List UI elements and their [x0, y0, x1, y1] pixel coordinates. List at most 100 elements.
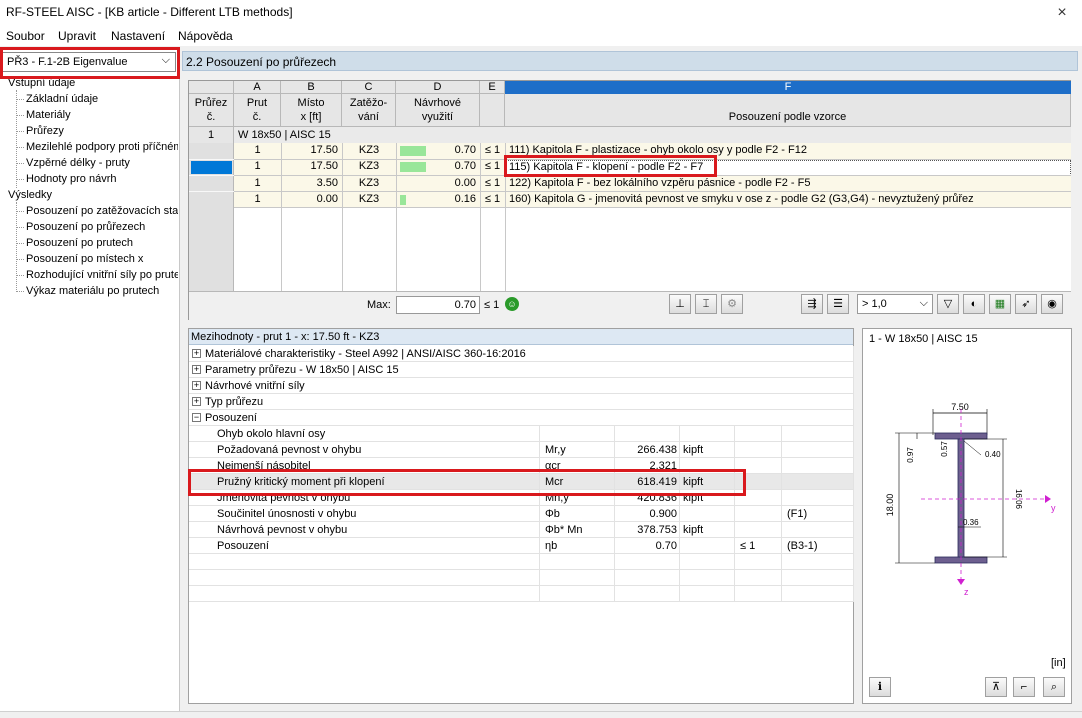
- highlight-ltb-row: [504, 155, 717, 177]
- cell-prut[interactable]: 1: [234, 193, 281, 205]
- header-e: [480, 94, 505, 127]
- details-group-forces[interactable]: + Návrhové vnitřní síly: [189, 378, 853, 394]
- expand-icon[interactable]: +: [192, 381, 201, 390]
- header-prut: Prut č.: [234, 94, 281, 127]
- details-title-text: Mezihodnoty - prut 1 - x: 17.50 ft - KZ3: [191, 331, 380, 343]
- axes-icon[interactable]: ⌐: [1013, 677, 1035, 697]
- panel-header: 2.2 Posouzení po průřezech: [182, 51, 1078, 71]
- tree-line: [16, 243, 24, 244]
- filter-icon[interactable]: ▽: [937, 294, 959, 314]
- tree-line: [16, 131, 24, 132]
- dim-depth: 18.00: [885, 494, 895, 517]
- detail-ref: (B3-1): [787, 540, 818, 552]
- detail-row[interactable]: Návrhová pevnost v ohybu Φb* Mn 378.753 …: [189, 522, 853, 538]
- header-navrh: Návrhové využití: [396, 94, 480, 127]
- cell-ratio[interactable]: 0.70: [396, 160, 476, 172]
- section-icon[interactable]: ⌶: [695, 294, 717, 314]
- cell-desc[interactable]: 160) Kapitola G - jmenovitá pevnost ve s…: [509, 193, 1069, 205]
- col-divider: [781, 426, 782, 602]
- ratio-bars-icon[interactable]: ☰: [827, 294, 849, 314]
- excel-icon[interactable]: ▦: [989, 294, 1011, 314]
- details-group-section[interactable]: + Parametry průřezu - W 18x50 | AISC 15: [189, 362, 853, 378]
- details-group-material[interactable]: + Materiálové charakteristiky - Steel A9…: [189, 346, 853, 362]
- zoom-icon[interactable]: ⚙: [721, 294, 743, 314]
- cell-x[interactable]: 17.50: [281, 160, 338, 172]
- detail-row[interactable]: Požadovaná pevnost v ohybu Mr,y 266.438 …: [189, 442, 853, 458]
- tree-group-results[interactable]: Výsledky: [8, 189, 52, 201]
- expand-icon[interactable]: +: [192, 365, 201, 374]
- detail-value: 0.900: [649, 508, 677, 520]
- menu-nastaveni[interactable]: Nastavení: [111, 29, 165, 43]
- nav-item-vzperne-delky[interactable]: Vzpěrné délky - pruty: [26, 157, 130, 169]
- cell-desc[interactable]: 122) Kapitola F - bez lokálního vzpěru p…: [509, 177, 1069, 189]
- select-icon[interactable]: ➶: [1015, 294, 1037, 314]
- color-scale-icon[interactable]: ◐: [963, 294, 985, 314]
- details-group-check[interactable]: − Posouzení: [189, 410, 853, 426]
- col-letter-b[interactable]: B: [281, 81, 342, 94]
- view-icon[interactable]: ◉: [1041, 294, 1063, 314]
- detail-row[interactable]: Posouzení ηb 0.70 ≤ 1 (B3-1): [189, 538, 853, 554]
- tree-line: [16, 163, 24, 164]
- export-icon[interactable]: ⇶: [801, 294, 823, 314]
- col-letter-c[interactable]: C: [342, 81, 396, 94]
- cell-x[interactable]: 0.00: [281, 193, 338, 205]
- collapse-icon[interactable]: −: [192, 413, 201, 422]
- cell-lc[interactable]: KZ3: [342, 160, 396, 172]
- member-icon[interactable]: ⊥: [669, 294, 691, 314]
- cell-prut[interactable]: 1: [234, 144, 281, 156]
- cell-ratio[interactable]: 0.00: [396, 177, 476, 189]
- detail-row-empty: [189, 570, 853, 586]
- cell-x[interactable]: 17.50: [281, 144, 338, 156]
- cell-lc[interactable]: KZ3: [342, 177, 396, 189]
- nav-item-materialy[interactable]: Materiály: [26, 109, 71, 121]
- nav-item-vykaz-materialu[interactable]: Výkaz materiálu po prutech: [26, 285, 159, 297]
- zoom-section-icon[interactable]: ⌕: [1043, 677, 1065, 697]
- nav-item-posouzeni-mista[interactable]: Posouzení po místech x: [26, 253, 143, 265]
- cell-ratio[interactable]: 0.70: [396, 144, 476, 156]
- nav-item-rozhodujici-sily[interactable]: Rozhodující vnitřní síly po prute: [26, 269, 178, 281]
- highlight-case-select: [0, 47, 180, 79]
- menu-soubor[interactable]: Soubor: [6, 29, 45, 43]
- axis-z-label: z: [964, 587, 969, 597]
- col-letter-e[interactable]: E: [480, 81, 505, 94]
- expand-icon[interactable]: +: [192, 397, 201, 406]
- cell-le: ≤ 1: [484, 160, 501, 172]
- nav-item-posouzeni-prurezy[interactable]: Posouzení po průřezech: [26, 221, 145, 233]
- tree-line: [16, 227, 24, 228]
- info-icon[interactable]: ℹ: [869, 677, 891, 697]
- col-letter-a[interactable]: A: [234, 81, 281, 94]
- col-letter-f[interactable]: F: [505, 81, 1071, 94]
- nav-item-posouzeni-zatezovaci[interactable]: Posouzení po zatěžovacích stav: [26, 205, 178, 217]
- selected-row-indicator[interactable]: [191, 161, 232, 174]
- menu-napoveda[interactable]: Nápověda: [178, 29, 233, 43]
- expand-icon[interactable]: +: [192, 349, 201, 358]
- dimensions-icon[interactable]: ⊼: [985, 677, 1007, 697]
- tree-line: [16, 259, 24, 260]
- tree-line: [16, 211, 24, 212]
- detail-symbol: Φb: [545, 508, 560, 520]
- nav-item-hodnoty-pro-navrh[interactable]: Hodnoty pro návrh: [26, 173, 117, 185]
- nav-item-mezilehle-podpory[interactable]: Mezilehlé podpory proti příčném: [26, 141, 178, 153]
- cell-ratio[interactable]: 0.16: [396, 193, 476, 205]
- cell-x[interactable]: 3.50: [281, 177, 338, 189]
- nav-item-zakladni-udaje[interactable]: Základní údaje: [26, 93, 98, 105]
- detail-row-empty: [189, 586, 853, 602]
- detail-unit: kipft: [683, 444, 704, 456]
- cell-lc[interactable]: KZ3: [342, 144, 396, 156]
- cell-prut[interactable]: 1: [234, 177, 281, 189]
- nav-item-posouzeni-pruty[interactable]: Posouzení po prutech: [26, 237, 133, 249]
- detail-row[interactable]: Součinitel únosnosti v ohybu Φb 0.900 (F…: [189, 506, 853, 522]
- cell-prut[interactable]: 1: [234, 160, 281, 172]
- details-group-type[interactable]: + Typ průřezu: [189, 394, 853, 410]
- filter-select[interactable]: > 1,0 ⌵: [857, 294, 933, 314]
- group-row-number: 1: [189, 127, 234, 143]
- dim-flange-t: 0.97: [906, 447, 915, 463]
- tree-line: [16, 99, 24, 100]
- cell-lc[interactable]: KZ3: [342, 193, 396, 205]
- col-letter-d[interactable]: D: [396, 81, 480, 94]
- close-icon[interactable]: ×: [1048, 2, 1076, 24]
- menu-upravit[interactable]: Upravit: [58, 29, 96, 43]
- row-divider: [189, 191, 234, 192]
- tree-line: [16, 275, 24, 276]
- nav-item-prurezy[interactable]: Průřezy: [26, 125, 64, 137]
